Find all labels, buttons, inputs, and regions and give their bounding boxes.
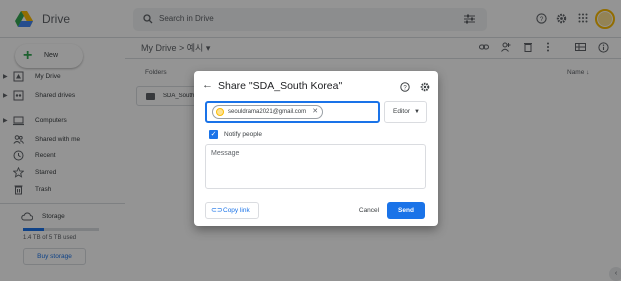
recipient-chip[interactable]: seouldrama2021@gmail.com ✕: [212, 105, 324, 119]
notify-people-label[interactable]: Notify people: [224, 131, 262, 138]
role-value: Editor: [393, 108, 410, 115]
recipient-email: seouldrama2021@gmail.com: [228, 109, 307, 115]
share-dialog: ← Share "SDA_South Korea" ? seouldrama20…: [194, 71, 438, 226]
copy-link-button[interactable]: ⊂⊃ Copy link: [205, 202, 259, 219]
role-select[interactable]: Editor ▼: [384, 101, 427, 123]
message-placeholder: Message: [211, 150, 240, 157]
copy-link-label: Copy link: [223, 207, 250, 214]
remove-recipient-icon[interactable]: ✕: [312, 106, 318, 118]
send-button[interactable]: Send: [387, 202, 425, 219]
dialog-title: Share "SDA_South Korea": [218, 80, 343, 92]
message-field[interactable]: Message: [205, 144, 426, 189]
settings-icon[interactable]: [420, 82, 430, 92]
help-icon[interactable]: ?: [400, 82, 410, 92]
add-people-input[interactable]: seouldrama2021@gmail.com ✕: [205, 101, 380, 123]
notify-people-checkbox[interactable]: ✓: [209, 130, 218, 139]
link-icon: ⊂⊃: [211, 207, 223, 214]
back-arrow-icon[interactable]: ←: [202, 79, 213, 91]
recipient-avatar: [216, 108, 224, 116]
cancel-button[interactable]: Cancel: [354, 202, 384, 219]
dropdown-arrow-icon: ▼: [414, 109, 420, 115]
